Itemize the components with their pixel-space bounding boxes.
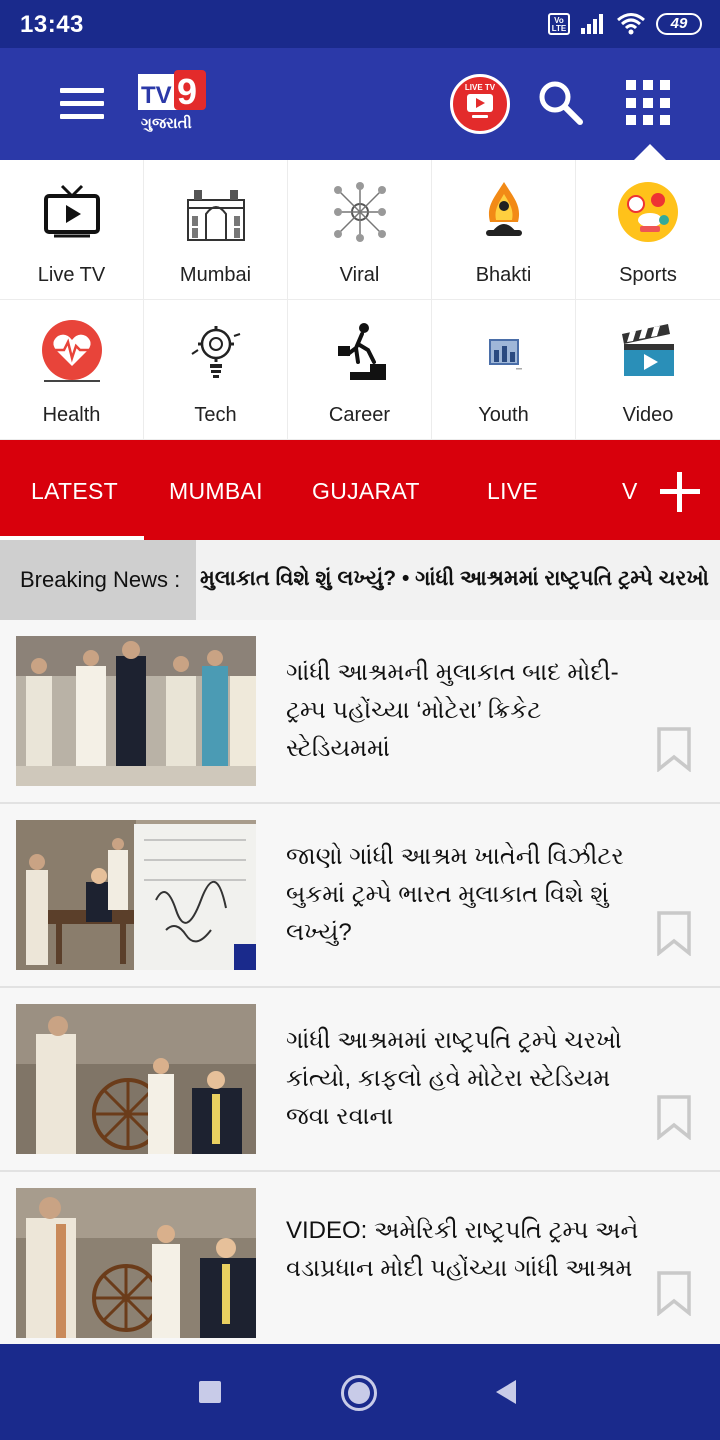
category-label: Live TV — [37, 264, 106, 286]
category-live-tv[interactable]: Live TV — [0, 160, 144, 300]
battery-icon: 49 — [656, 13, 702, 35]
category-label: Career — [328, 404, 391, 426]
bookmark-icon[interactable] — [656, 726, 692, 772]
category-label: Mumbai — [179, 264, 252, 286]
system-nav-bar — [0, 1344, 720, 1440]
breaking-news-ticker: મુલાકાત વિશે શું લખ્યું? • ગાંધી આશ્રમમા… — [200, 567, 709, 590]
category-tech[interactable]: Tech — [144, 300, 288, 440]
apps-grid-icon[interactable] — [626, 80, 672, 126]
tv-play-icon — [467, 94, 493, 118]
app-header: TV 9 ગુજરાતી LIVE TV — [0, 48, 720, 160]
live-tv-button[interactable]: LIVE TV — [450, 74, 510, 134]
tab-mumbai[interactable]: MUMBAI — [169, 478, 263, 505]
status-time: 13:43 — [20, 11, 84, 38]
status-bar: 13:43 Vo LTE 49 — [0, 0, 720, 48]
news-thumbnail — [16, 1188, 256, 1338]
category-label: Health — [42, 404, 101, 426]
category-mumbai[interactable]: Mumbai — [144, 160, 288, 300]
news-item[interactable]: જાણો ગાંધી આશ્રમ ખાતેની વિઝીટર બુકમાં ટ્… — [0, 804, 720, 988]
add-tab-plus-icon[interactable] — [658, 470, 702, 514]
breaking-news-label-box: Breaking News : — [0, 540, 196, 620]
app-screen: 13:43 Vo LTE 49 TV 9 ગુજરાતી LIVE TV Liv… — [0, 0, 720, 1440]
tab-video-partial[interactable]: V — [622, 478, 638, 505]
gateway-monument-icon — [187, 190, 245, 241]
youth-image-icon — [489, 339, 522, 370]
logo-subtitle: ગુજરાતી — [141, 114, 192, 132]
news-title: ગાંધી આશ્રમમાં રાષ્ટ્રપતિ ટ્રમ્પે ચરખો ક… — [286, 1027, 622, 1130]
gear-bulb-icon — [191, 326, 241, 378]
search-icon[interactable] — [536, 78, 584, 126]
category-label: Tech — [194, 404, 237, 426]
meditation-icon — [486, 182, 522, 236]
category-label: Video — [622, 404, 674, 426]
heart-pulse-icon — [42, 320, 102, 382]
recents-button[interactable] — [199, 1381, 221, 1403]
bookmark-icon[interactable] — [656, 910, 692, 956]
career-steps-icon — [334, 323, 386, 380]
tab-live[interactable]: LIVE — [487, 478, 538, 505]
tab-latest[interactable]: LATEST — [31, 478, 118, 505]
svg-text:9: 9 — [177, 71, 197, 112]
news-title: VIDEO: અમેરિકી રાષ્ટ્રપતિ ટ્રમ્પ અને વડા… — [286, 1217, 639, 1282]
home-button[interactable] — [341, 1375, 377, 1411]
category-sports[interactable]: Sports — [576, 160, 720, 300]
news-item[interactable]: VIDEO: અમેરિકી રાષ્ટ્રપતિ ટ્રમ્પ અને વડા… — [0, 1172, 720, 1344]
bookmark-icon[interactable] — [656, 1270, 692, 1316]
wifi-icon — [617, 13, 645, 35]
category-health[interactable]: Health — [0, 300, 144, 440]
breaking-news-label: Breaking News : — [20, 567, 181, 592]
status-icons: Vo LTE 49 — [548, 12, 702, 36]
tab-gujarat[interactable]: GUJARAT — [312, 478, 420, 505]
news-thumbnail — [16, 820, 256, 970]
news-list: ગાંધી આશ્રમની મુલાકાત બાદ મોદી-ટ્રમ્પ પહ… — [0, 620, 720, 1344]
back-button[interactable] — [496, 1380, 516, 1404]
sports-balls-icon — [618, 182, 678, 242]
category-video[interactable]: Video — [576, 300, 720, 440]
category-label: Viral — [339, 264, 380, 286]
news-thumbnail — [16, 1004, 256, 1154]
section-tab-bar: LATEST MUMBAI GUJARAT LIVE V — [0, 440, 720, 540]
clapperboard-icon — [622, 324, 674, 376]
category-career[interactable]: Career — [288, 300, 432, 440]
news-item[interactable]: ગાંધી આશ્રમની મુલાકાત બાદ મોદી-ટ્રમ્પ પહ… — [0, 620, 720, 804]
category-label: Youth — [478, 404, 529, 426]
svg-text:TV: TV — [141, 82, 172, 109]
category-label: Bhakti — [475, 264, 532, 286]
category-label: Sports — [619, 264, 677, 286]
hamburger-menu-icon[interactable] — [56, 84, 108, 124]
tv9-logo: TV 9 ગુજરાતી — [138, 70, 206, 132]
category-grid: Live TV Mumbai Viral Bhakti Sports Healt… — [0, 160, 720, 440]
signal-icon — [581, 14, 603, 34]
news-item[interactable]: ગાંધી આશ્રમમાં રાષ્ટ્રપતિ ટ્રમ્પે ચરખો ક… — [0, 988, 720, 1172]
bookmark-icon[interactable] — [656, 1094, 692, 1140]
news-title: ગાંધી આશ્રમની મુલાકાત બાદ મોદી-ટ્રમ્પ પહ… — [286, 659, 619, 762]
network-icon — [334, 182, 386, 242]
news-title: જાણો ગાંધી આશ્રમ ખાતેની વિઝીટર બુકમાં ટ્… — [286, 843, 624, 946]
breaking-news-bar[interactable]: મુલાકાત વિશે શું લખ્યું? • ગાંધી આશ્રમમા… — [0, 540, 720, 620]
category-youth[interactable]: Youth — [432, 300, 576, 440]
category-viral[interactable]: Viral — [288, 160, 432, 300]
menu-caret — [634, 144, 666, 160]
news-thumbnail — [16, 636, 256, 786]
tv-play-icon — [44, 184, 100, 238]
volte-icon: Vo LTE — [548, 13, 570, 35]
category-bhakti[interactable]: Bhakti — [432, 160, 576, 300]
